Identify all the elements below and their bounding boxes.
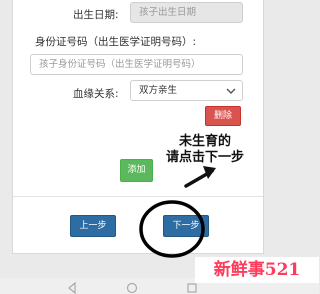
annotation-circle bbox=[139, 200, 205, 258]
watermark-logo: 新鲜事521 bbox=[195, 257, 319, 283]
annotation-arrow-icon bbox=[184, 166, 216, 188]
annotation-marks bbox=[139, 166, 216, 258]
